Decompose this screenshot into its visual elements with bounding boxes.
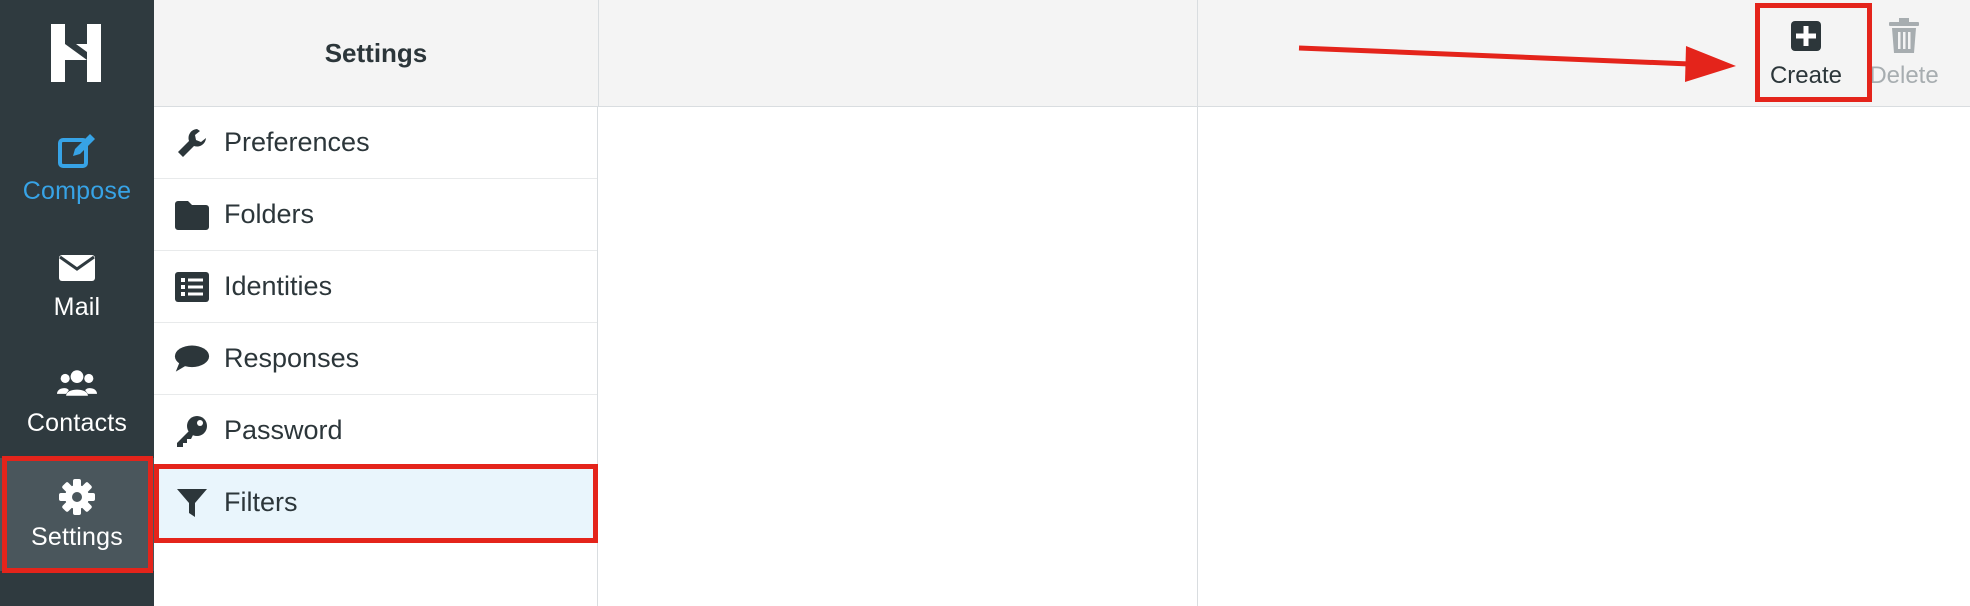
settings-item-label: Filters: [224, 487, 298, 517]
toolbar-header: Settings Create Delete: [154, 0, 1970, 107]
nav-contacts-label: Contacts: [26, 409, 128, 437]
header-divider: [1197, 0, 1198, 107]
settings-item-password[interactable]: Password: [154, 395, 597, 467]
column-divider: [1197, 107, 1198, 606]
settings-item-identities[interactable]: Identities: [154, 251, 597, 323]
app-logo-icon[interactable]: [47, 22, 105, 84]
nav-settings-label: Settings: [31, 523, 123, 551]
settings-item-responses[interactable]: Responses: [154, 323, 597, 395]
wrench-icon: [174, 125, 210, 161]
envelope-icon: [57, 247, 97, 287]
nav-settings[interactable]: Settings: [0, 458, 154, 571]
settings-item-folders[interactable]: Folders: [154, 179, 597, 251]
nav-mail[interactable]: Mail: [0, 228, 154, 341]
nav-compose[interactable]: Compose: [0, 112, 154, 225]
settings-item-label: Identities: [224, 271, 333, 301]
pencil-square-icon: [57, 131, 97, 171]
comment-icon: [174, 341, 210, 377]
settings-item-filters[interactable]: Filters: [154, 467, 597, 539]
create-button-label: Create: [1769, 62, 1843, 89]
settings-section-list: Preferences Folders Identities Responses…: [154, 107, 598, 606]
settings-item-label: Responses: [224, 343, 360, 373]
nav-mail-label: Mail: [53, 293, 101, 321]
page-title: Settings: [324, 37, 428, 68]
trash-icon: [1886, 18, 1922, 54]
users-icon: [57, 363, 97, 403]
filter-icon: [174, 485, 210, 521]
create-button[interactable]: Create: [1760, 8, 1852, 100]
nav-contacts[interactable]: Contacts: [0, 344, 154, 457]
settings-item-label: Preferences: [224, 127, 370, 157]
plus-square-icon: [1788, 18, 1824, 54]
nav-compose-label: Compose: [22, 177, 132, 205]
key-icon: [174, 413, 210, 449]
app-navigation-rail: Compose Mail Contacts Settings: [0, 0, 154, 606]
gear-icon: [57, 477, 97, 517]
delete-button-label: Delete: [1869, 62, 1939, 89]
folder-icon: [174, 197, 210, 233]
settings-item-preferences[interactable]: Preferences: [154, 107, 597, 179]
delete-button[interactable]: Delete: [1858, 8, 1950, 100]
settings-item-label: Folders: [224, 199, 315, 229]
header-divider: [598, 0, 599, 107]
settings-item-label: Password: [224, 415, 343, 445]
list-icon: [174, 269, 210, 305]
